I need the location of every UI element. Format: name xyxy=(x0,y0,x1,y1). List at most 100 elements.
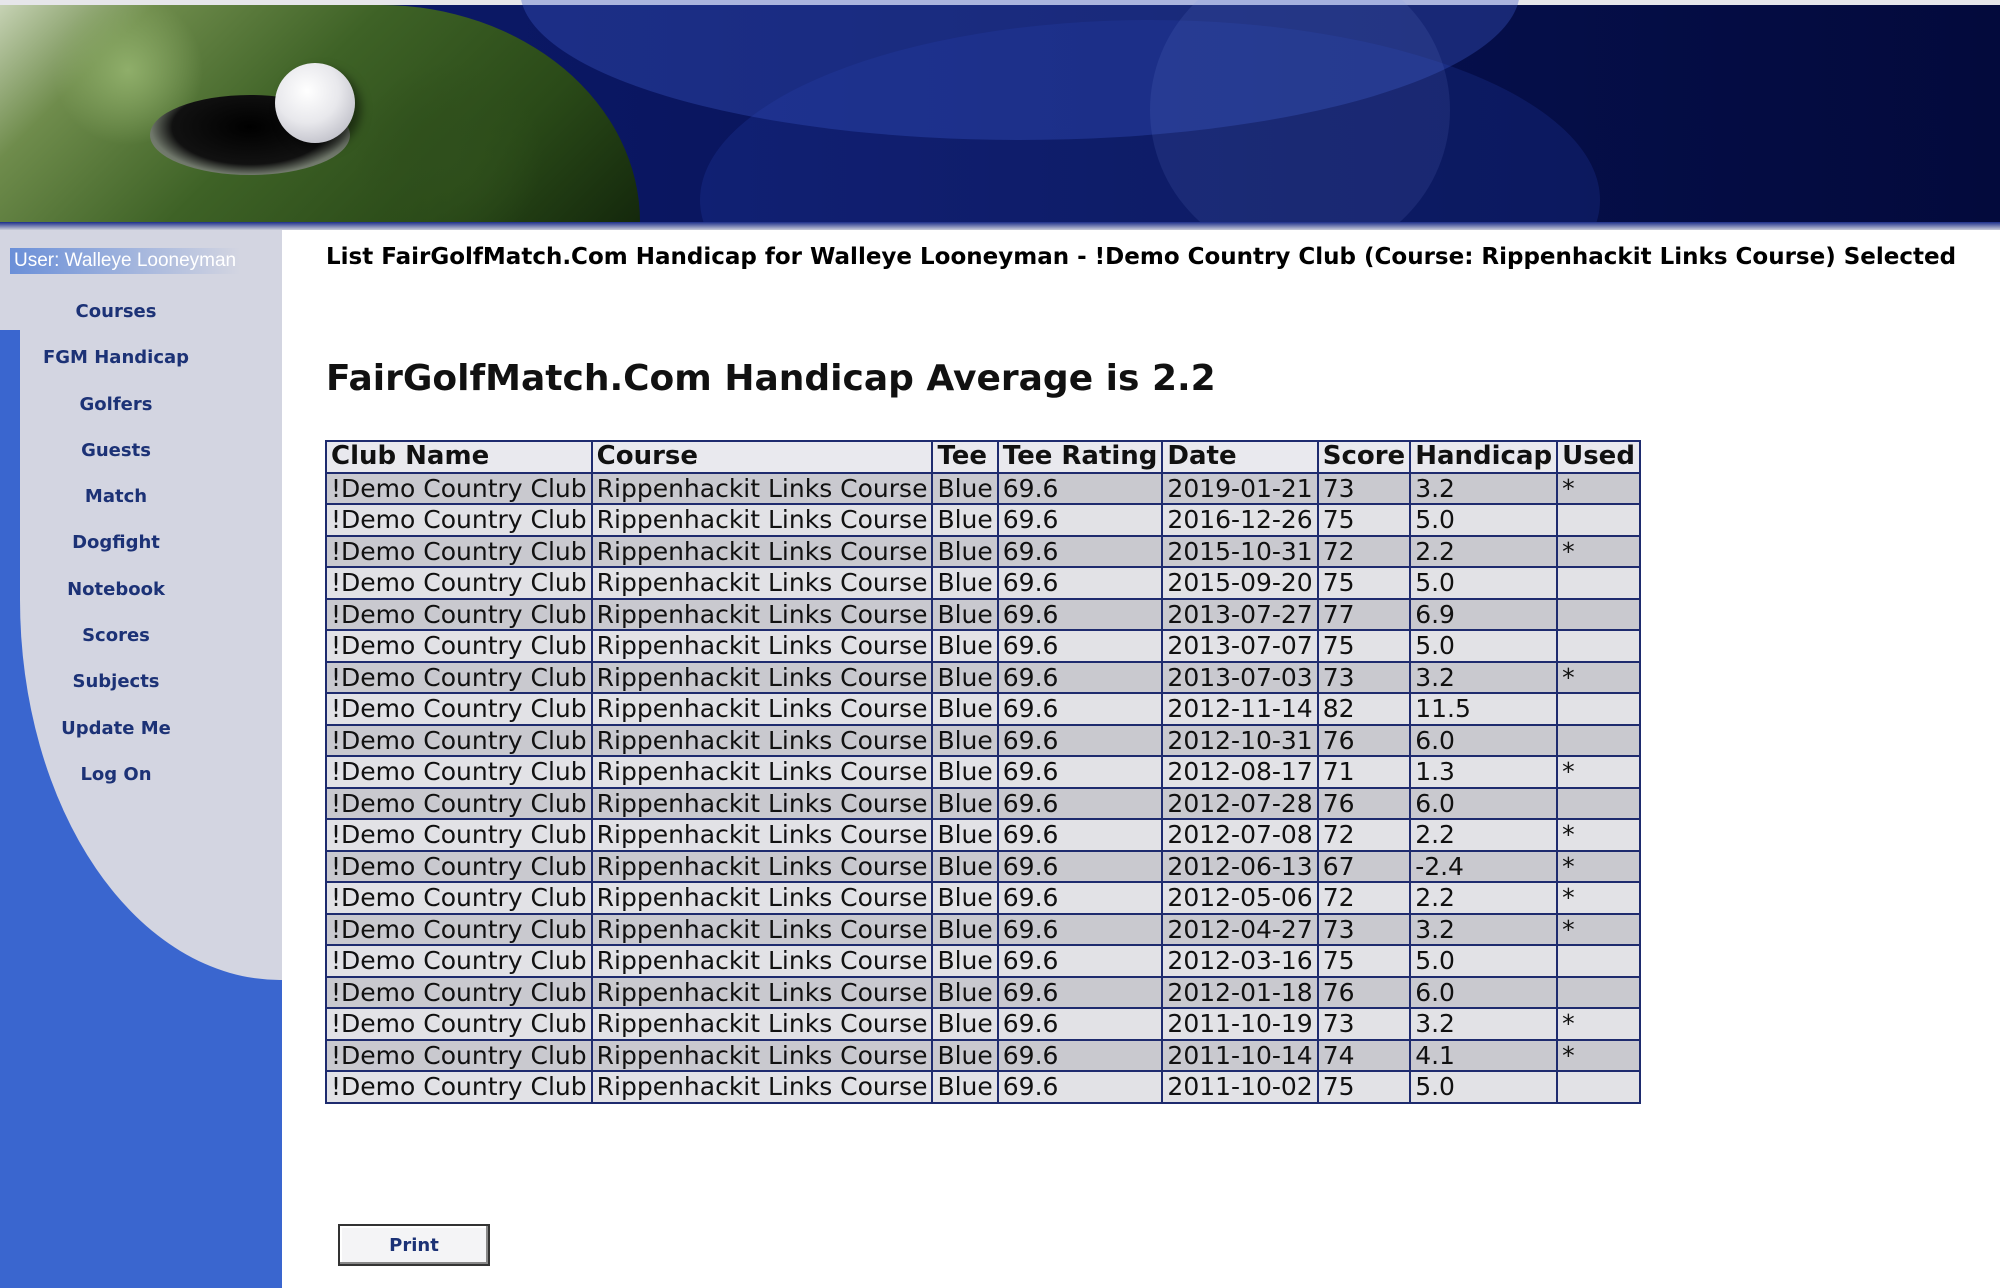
header-banner xyxy=(0,0,2000,230)
cell-course: Rippenhackit Links Course xyxy=(590,723,934,757)
cell-date: 2012-05-06 xyxy=(1161,881,1319,915)
cell-date: 2015-09-20 xyxy=(1161,566,1319,600)
cell-club-name: !Demo Country Club xyxy=(325,849,593,883)
table-row: !Demo Country Club Rippenhackit Links Cou… xyxy=(325,1070,1641,1104)
cell-tee: Blue xyxy=(931,692,999,726)
cell-used xyxy=(1556,629,1641,663)
cell-date: 2012-10-31 xyxy=(1161,723,1319,757)
main-content: List FairGolfMatch.Com Handicap for Wall… xyxy=(282,230,2000,1288)
cell-tee: Blue xyxy=(931,849,999,883)
cell-score: 75 xyxy=(1316,944,1412,978)
column-header-tee: Tee xyxy=(931,440,999,474)
cell-course: Rippenhackit Links Course xyxy=(590,692,934,726)
cell-course: Rippenhackit Links Course xyxy=(590,881,934,915)
cell-used: * xyxy=(1556,912,1641,946)
cell-club-name: !Demo Country Club xyxy=(325,912,593,946)
cell-club-name: !Demo Country Club xyxy=(325,597,593,631)
nav-item-courses[interactable]: Courses xyxy=(0,298,232,344)
cell-club-name: !Demo Country Club xyxy=(325,1070,593,1104)
cell-handicap: 3.2 xyxy=(1409,912,1559,946)
cell-date: 2012-01-18 xyxy=(1161,975,1319,1009)
nav-item-notebook[interactable]: Notebook xyxy=(0,576,232,622)
cell-tee: Blue xyxy=(931,881,999,915)
nav-item-log-on[interactable]: Log On xyxy=(0,761,232,807)
nav-item-update-me[interactable]: Update Me xyxy=(0,715,232,761)
cell-used xyxy=(1556,597,1641,631)
cell-handicap: 4.1 xyxy=(1409,1038,1559,1072)
cell-used xyxy=(1556,1070,1641,1104)
cell-course: Rippenhackit Links Course xyxy=(590,597,934,631)
cell-date: 2013-07-27 xyxy=(1161,597,1319,631)
cell-handicap: 2.2 xyxy=(1409,534,1559,568)
cell-date: 2012-08-17 xyxy=(1161,755,1319,789)
cell-handicap: 6.0 xyxy=(1409,786,1559,820)
cell-tee: Blue xyxy=(931,786,999,820)
nav-item-fgm-handicap[interactable]: FGM Handicap xyxy=(0,344,232,390)
cell-tee: Blue xyxy=(931,503,999,537)
print-button[interactable]: Print xyxy=(338,1224,490,1266)
cell-course: Rippenhackit Links Course xyxy=(590,818,934,852)
table-row: !Demo Country Club Rippenhackit Links Cou… xyxy=(325,755,1641,789)
table-row: !Demo Country Club Rippenhackit Links Cou… xyxy=(325,849,1641,883)
cell-tee-rating: 69.6 xyxy=(996,755,1164,789)
cell-tee-rating: 69.6 xyxy=(996,503,1164,537)
cell-club-name: !Demo Country Club xyxy=(325,975,593,1009)
cell-tee: Blue xyxy=(931,1038,999,1072)
table-row: !Demo Country Club Rippenhackit Links Cou… xyxy=(325,597,1641,631)
cell-handicap: 1.3 xyxy=(1409,755,1559,789)
cell-score: 75 xyxy=(1316,1070,1412,1104)
cell-club-name: !Demo Country Club xyxy=(325,1007,593,1041)
sidebar-lower-fill xyxy=(0,980,282,1288)
cell-club-name: !Demo Country Club xyxy=(325,566,593,600)
table-row: !Demo Country Club Rippenhackit Links Cou… xyxy=(325,660,1641,694)
cell-course: Rippenhackit Links Course xyxy=(590,660,934,694)
cell-course: Rippenhackit Links Course xyxy=(590,755,934,789)
cell-used: * xyxy=(1556,534,1641,568)
cell-handicap: 6.0 xyxy=(1409,723,1559,757)
cell-date: 2011-10-19 xyxy=(1161,1007,1319,1041)
sidebar: User: Walleye Looneyman Courses FGM Hand… xyxy=(0,230,282,1288)
cell-handicap: 5.0 xyxy=(1409,944,1559,978)
cell-course: Rippenhackit Links Course xyxy=(590,534,934,568)
cell-date: 2016-12-26 xyxy=(1161,503,1319,537)
banner-bottom-line xyxy=(0,222,2000,230)
nav-item-match[interactable]: Match xyxy=(0,483,232,529)
cell-date: 2013-07-03 xyxy=(1161,660,1319,694)
cell-used: * xyxy=(1556,881,1641,915)
column-header-date: Date xyxy=(1161,440,1319,474)
cell-handicap: 5.0 xyxy=(1409,1070,1559,1104)
cell-score: 71 xyxy=(1316,755,1412,789)
nav-item-guests[interactable]: Guests xyxy=(0,437,232,483)
cell-course: Rippenhackit Links Course xyxy=(590,1038,934,1072)
cell-score: 72 xyxy=(1316,534,1412,568)
banner-swoosh xyxy=(1150,0,1450,230)
cell-handicap: 3.2 xyxy=(1409,471,1559,505)
table-row: !Demo Country Club Rippenhackit Links Cou… xyxy=(325,723,1641,757)
cell-score: 75 xyxy=(1316,566,1412,600)
handicap-scores-table: Club Name Course Tee Tee Rating Date Score Han… xyxy=(325,440,1641,1104)
cell-tee: Blue xyxy=(931,1007,999,1041)
cell-handicap: 2.2 xyxy=(1409,881,1559,915)
cell-score: 76 xyxy=(1316,723,1412,757)
cell-used xyxy=(1556,975,1641,1009)
nav-item-scores[interactable]: Scores xyxy=(0,622,232,668)
golf-ball-icon xyxy=(275,63,355,143)
cell-date: 2015-10-31 xyxy=(1161,534,1319,568)
cell-used xyxy=(1556,786,1641,820)
cell-course: Rippenhackit Links Course xyxy=(590,629,934,663)
nav-item-dogfight[interactable]: Dogfight xyxy=(0,529,232,575)
column-header-score: Score xyxy=(1316,440,1412,474)
cell-tee: Blue xyxy=(931,755,999,789)
nav-item-golfers[interactable]: Golfers xyxy=(0,391,232,437)
cell-tee-rating: 69.6 xyxy=(996,534,1164,568)
cell-score: 77 xyxy=(1316,597,1412,631)
cell-tee-rating: 69.6 xyxy=(996,471,1164,505)
current-user-label: User: Walleye Looneyman xyxy=(10,248,241,274)
cell-date: 2011-10-14 xyxy=(1161,1038,1319,1072)
cell-tee-rating: 69.6 xyxy=(996,692,1164,726)
cell-course: Rippenhackit Links Course xyxy=(590,912,934,946)
cell-date: 2012-04-27 xyxy=(1161,912,1319,946)
nav-item-subjects[interactable]: Subjects xyxy=(0,668,232,714)
cell-tee-rating: 69.6 xyxy=(996,1038,1164,1072)
table-row: !Demo Country Club Rippenhackit Links Cou… xyxy=(325,944,1641,978)
